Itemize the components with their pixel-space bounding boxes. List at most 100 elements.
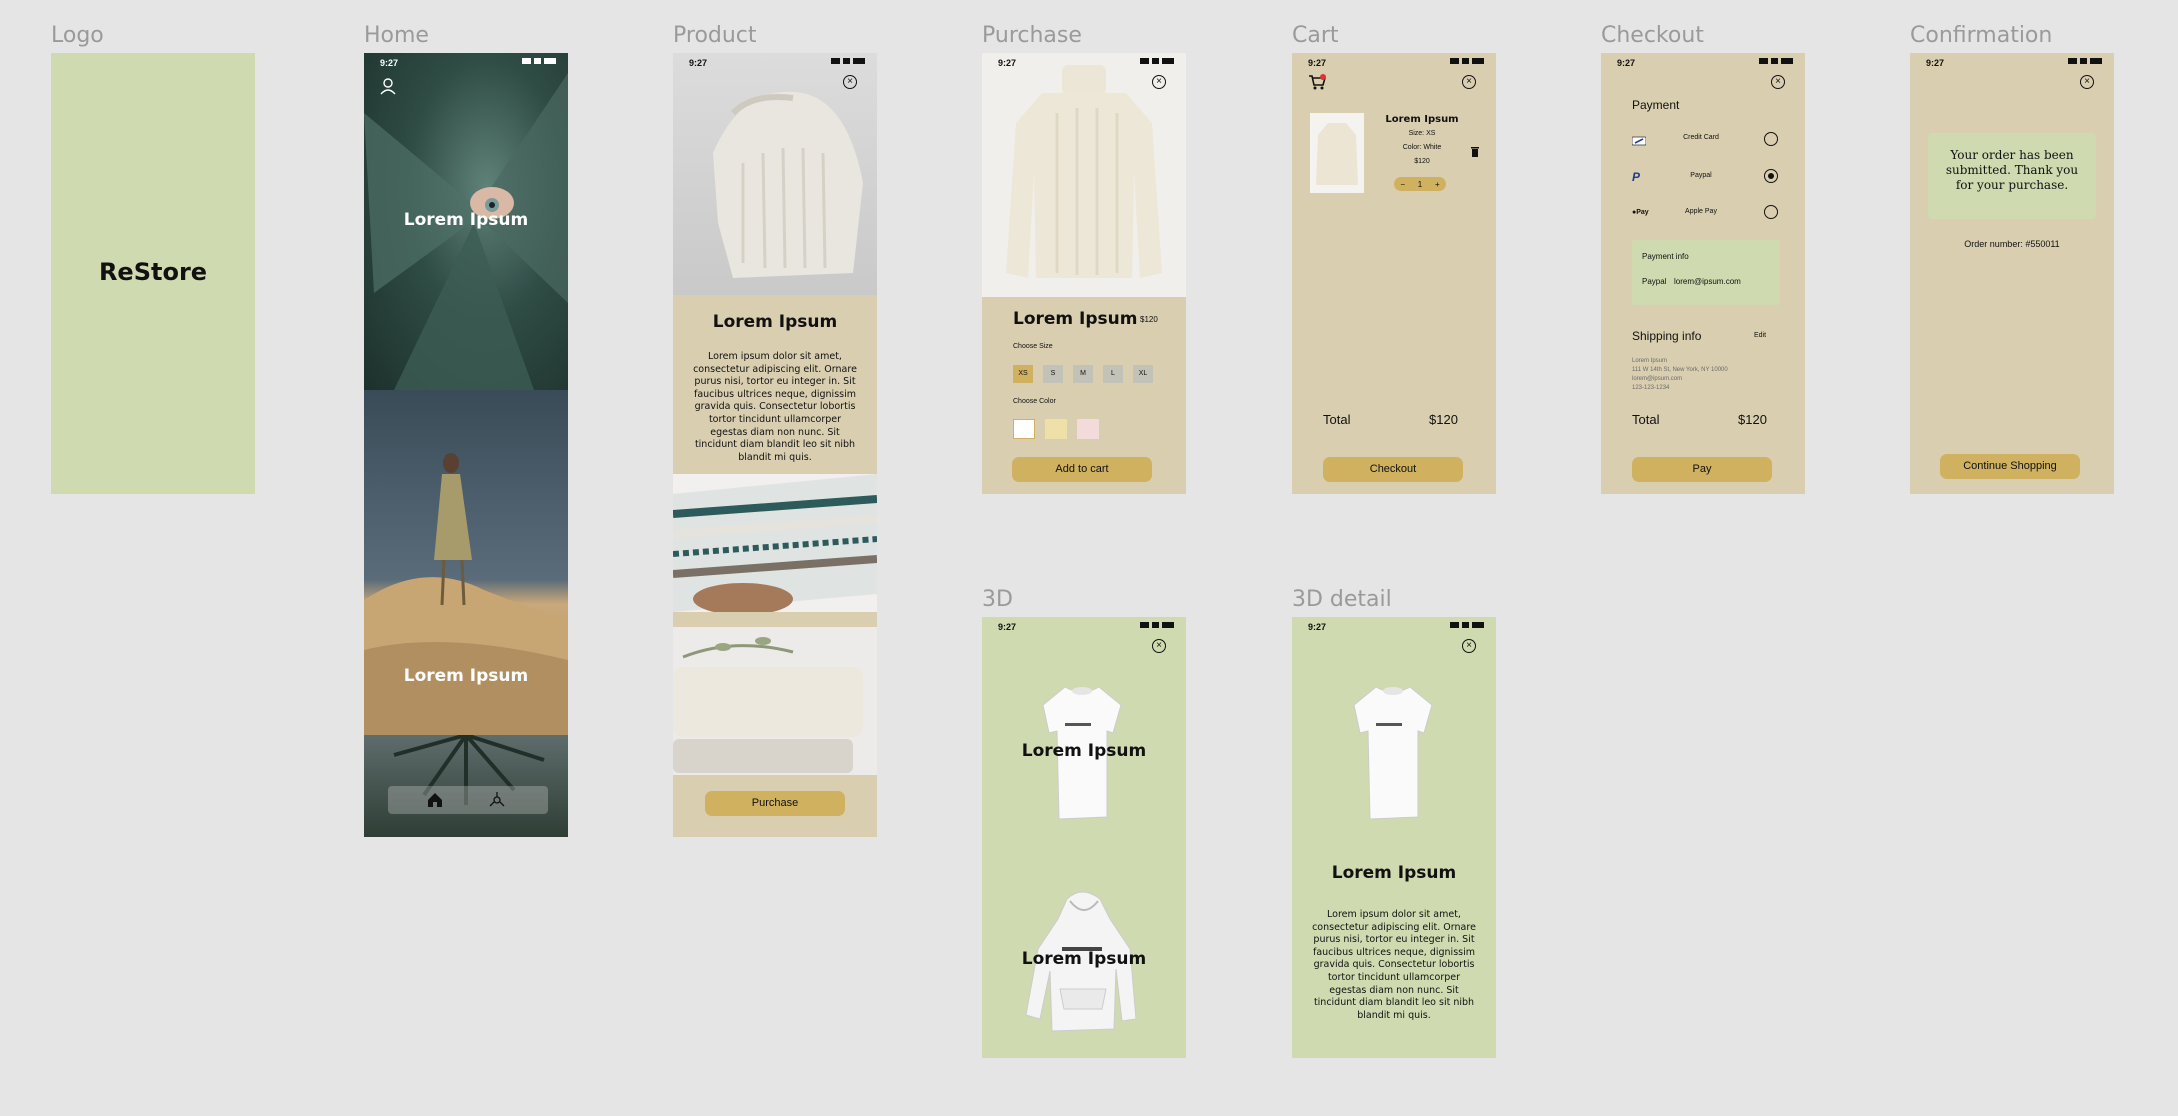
product-description: Lorem ipsum dolor sit amet, consectetur … bbox=[693, 351, 857, 463]
radio-paypal[interactable] bbox=[1764, 169, 1778, 183]
status-time: 9:27 bbox=[380, 58, 399, 68]
checkout-button[interactable]: Checkout bbox=[1323, 457, 1463, 482]
profile-icon[interactable] bbox=[380, 77, 396, 100]
size-option-s[interactable]: S bbox=[1043, 365, 1063, 383]
logo-screen: ReStore bbox=[51, 53, 255, 494]
cart-screen: 9:27 × Lorem Ipsum Size: XS Color: White… bbox=[1292, 53, 1496, 494]
frame-label-logo: Logo bbox=[51, 23, 104, 48]
home-screen: 9:27 Lorem Ipsum Lorem Ipsum bbox=[364, 53, 568, 837]
payment-heading: Payment bbox=[1632, 98, 1680, 112]
payment-method-paypal: Paypal bbox=[1690, 172, 1712, 179]
hero-image-coast[interactable]: Lorem Ipsum bbox=[364, 390, 568, 735]
frame-label-3d-detail: 3D detail bbox=[1292, 587, 1392, 612]
color-swatch-white[interactable] bbox=[1013, 419, 1035, 439]
hero-banner-title: Lorem Ipsum bbox=[403, 210, 529, 230]
sweater-illustration bbox=[713, 91, 863, 278]
product-image-knit bbox=[673, 474, 877, 612]
status-time: 9:27 bbox=[998, 58, 1017, 68]
size-option-l[interactable]: L bbox=[1103, 365, 1123, 383]
apple-pay-icon: ●Pay bbox=[1632, 209, 1649, 216]
frame-label-home: Home bbox=[364, 23, 429, 48]
qty-decrement-button[interactable]: − bbox=[1400, 180, 1405, 189]
cart-icon[interactable] bbox=[1308, 74, 1327, 95]
payment-info-email: lorem@ipsum.com bbox=[1674, 277, 1741, 286]
hero-banner-title-2: Lorem Ipsum bbox=[403, 666, 529, 686]
size-options: XS S M L XL bbox=[1013, 365, 1153, 383]
frame-label-checkout: Checkout bbox=[1601, 23, 1704, 48]
tshirt-detail-illustration bbox=[1353, 686, 1433, 820]
address-line: 111 W 14th St, New York, NY 10000 bbox=[1632, 367, 1728, 373]
color-options bbox=[1013, 419, 1099, 439]
order-number: Order number: #550011 bbox=[1964, 239, 2060, 249]
address-line: lorem@ipsum.com bbox=[1632, 376, 1683, 382]
3d-tshirt-model-detail[interactable] bbox=[1348, 683, 1438, 828]
checkout-total-value: $120 bbox=[1738, 412, 1767, 427]
close-icon[interactable]: × bbox=[843, 75, 857, 89]
close-icon[interactable]: × bbox=[1152, 639, 1166, 653]
pay-button[interactable]: Pay bbox=[1632, 457, 1772, 482]
hero-image-leaf[interactable]: Lorem Ipsum bbox=[364, 53, 568, 390]
purchase-image bbox=[982, 53, 1186, 297]
product-image-main bbox=[673, 53, 877, 295]
shipping-heading: Shipping info bbox=[1632, 329, 1702, 343]
status-bar: 9:27 bbox=[364, 53, 568, 73]
status-time: 9:27 bbox=[1308, 58, 1327, 68]
close-icon[interactable]: × bbox=[1462, 639, 1476, 653]
frame-label-product: Product bbox=[673, 23, 757, 48]
address-line: Lorem Ipsum bbox=[1632, 358, 1668, 364]
size-option-m[interactable]: M bbox=[1073, 365, 1093, 383]
credit-card-icon bbox=[1631, 133, 1647, 151]
close-icon[interactable]: × bbox=[1152, 75, 1166, 89]
status-time: 9:27 bbox=[1617, 58, 1636, 68]
status-bar: 9:27 bbox=[673, 53, 877, 73]
status-bar: 9:27 bbox=[1292, 53, 1496, 73]
purchase-screen: 9:27 × Lorem Ipsum $120 Choose Size XS S… bbox=[982, 53, 1186, 494]
trash-icon[interactable] bbox=[1470, 145, 1480, 163]
status-bar: 9:27 bbox=[1910, 53, 2114, 73]
purchase-button[interactable]: Purchase bbox=[705, 791, 845, 816]
checkout-total-label: Total bbox=[1632, 412, 1660, 427]
quantity-stepper: − 1 + bbox=[1394, 177, 1446, 191]
knit-illustration bbox=[673, 474, 877, 612]
signal-icons bbox=[522, 58, 556, 64]
radio-selected-dot bbox=[1768, 173, 1774, 179]
3d-detail-description: Lorem ipsum dolor sit amet, consectetur … bbox=[1312, 909, 1476, 1021]
folded-sweater-illustration bbox=[673, 637, 863, 773]
cart-total-label: Total bbox=[1323, 412, 1351, 427]
confirmation-message: Your order has been submitted. Thank you… bbox=[1945, 148, 2079, 192]
qty-increment-button[interactable]: + bbox=[1435, 180, 1440, 189]
home-icon[interactable] bbox=[426, 791, 444, 814]
payment-info-method: Paypal bbox=[1642, 277, 1667, 286]
continue-shopping-button[interactable]: Continue Shopping bbox=[1940, 454, 2080, 479]
paypal-icon: P bbox=[1632, 170, 1641, 184]
radio-apple-pay[interactable] bbox=[1764, 205, 1778, 219]
payment-info-heading: Payment info bbox=[1642, 252, 1689, 261]
brand-logo: ReStore bbox=[98, 258, 208, 286]
3d-view-icon[interactable] bbox=[488, 791, 506, 814]
close-icon[interactable]: × bbox=[1462, 75, 1476, 89]
3d-item-title-2: Lorem Ipsum bbox=[1021, 949, 1147, 969]
status-time: 9:27 bbox=[998, 622, 1017, 632]
frame-label-purchase: Purchase bbox=[982, 23, 1082, 48]
close-icon[interactable]: × bbox=[2080, 75, 2094, 89]
color-swatch-pink[interactable] bbox=[1077, 419, 1099, 439]
frame-label-cart: Cart bbox=[1292, 23, 1339, 48]
product-image-folded bbox=[673, 627, 877, 775]
size-option-xs[interactable]: XS bbox=[1013, 365, 1033, 383]
size-option-xl[interactable]: XL bbox=[1133, 365, 1153, 383]
edit-shipping-link[interactable]: Edit bbox=[1754, 332, 1766, 339]
close-icon[interactable]: × bbox=[1771, 75, 1785, 89]
3d-detail-title: Lorem Ipsum bbox=[1331, 863, 1457, 883]
3d-screen: 9:27 × Lorem Ipsum Lorem Ipsum bbox=[982, 617, 1186, 1058]
purchase-price: $120 bbox=[1140, 315, 1158, 324]
3d-item-title-1: Lorem Ipsum bbox=[1021, 741, 1147, 761]
choose-color-label: Choose Color bbox=[1013, 398, 1056, 405]
radio-credit-card[interactable] bbox=[1764, 132, 1778, 146]
add-to-cart-button[interactable]: Add to cart bbox=[1012, 457, 1152, 482]
cart-item-price: $120 bbox=[1414, 158, 1430, 165]
color-swatch-cream[interactable] bbox=[1045, 419, 1067, 439]
cart-item-thumbnail bbox=[1310, 113, 1364, 193]
status-bar: 9:27 bbox=[982, 617, 1186, 637]
payment-info-card: Payment info Paypal lorem@ipsum.com bbox=[1632, 240, 1780, 305]
address-line: 123-123-1234 bbox=[1632, 385, 1670, 391]
